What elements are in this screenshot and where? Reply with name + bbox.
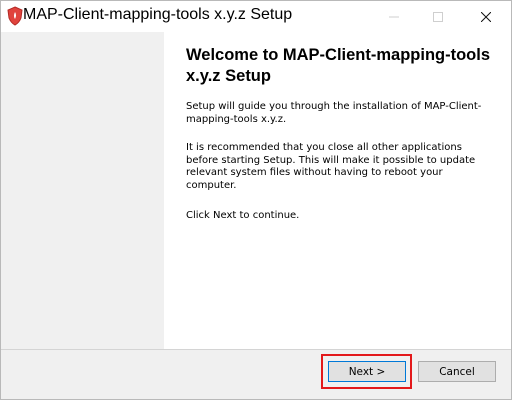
minimize-button[interactable] — [371, 1, 417, 32]
installer-shield-icon — [7, 6, 23, 26]
continue-instruction: Click Next to continue. — [186, 210, 300, 221]
next-button[interactable]: Next > — [328, 361, 406, 382]
welcome-content: Welcome to MAP-Client-mapping-tools x.y.… — [164, 32, 511, 349]
maximize-icon — [433, 7, 443, 26]
close-button[interactable] — [463, 1, 509, 32]
cancel-button[interactable]: Cancel — [418, 361, 496, 382]
side-banner — [1, 32, 164, 349]
title-bar[interactable]: MAP-Client-mapping-tools x.y.z Setup — [1, 1, 511, 32]
close-icon — [480, 7, 492, 26]
maximize-button[interactable] — [415, 1, 461, 32]
recommendation-text: It is recommended that you close all oth… — [186, 142, 476, 191]
intro-text: Setup will guide you through the install… — [186, 101, 482, 125]
setup-window: MAP-Client-mapping-tools x.y.z Setup Wel… — [0, 0, 512, 400]
welcome-heading: Welcome to MAP-Client-mapping-tools x.y.… — [186, 46, 491, 85]
window-title: MAP-Client-mapping-tools x.y.z Setup — [23, 6, 293, 23]
minimize-icon — [389, 7, 399, 26]
